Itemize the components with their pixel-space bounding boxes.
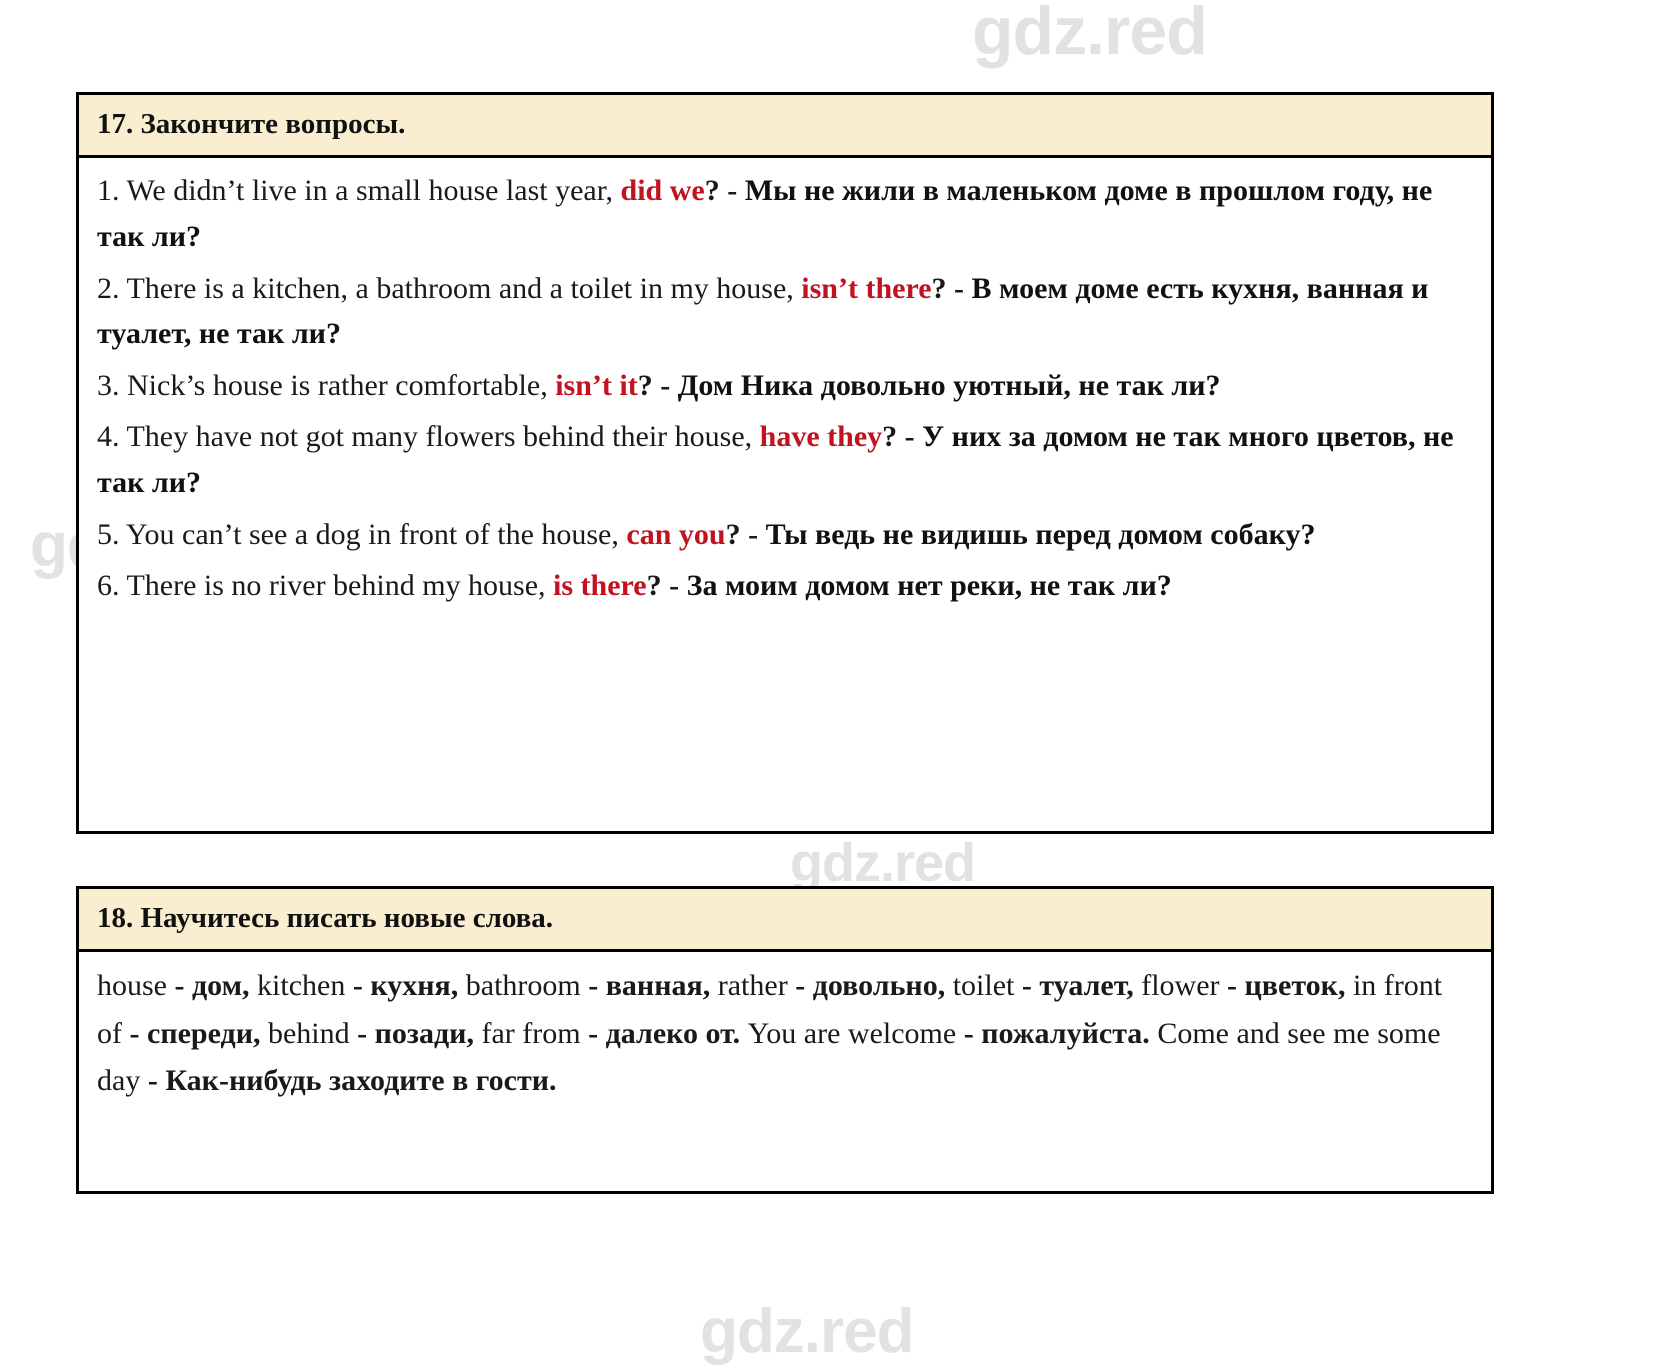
vocab-term-ru: пожалуйста. <box>981 1016 1150 1050</box>
exercise-block-18: 18. Научитесь писать новые слова. house … <box>76 886 1494 1194</box>
question-english: You can’t see a dog in front of the hous… <box>125 517 619 551</box>
question-item: 5. You can’t see a dog in front of the h… <box>97 512 1473 558</box>
question-tag: is there <box>553 569 647 603</box>
question-tag: isn’t there <box>801 271 932 305</box>
vocab-separator: - <box>580 1016 606 1050</box>
vocab-term-ru: кухня, <box>370 969 459 1003</box>
vocab-separator: - <box>349 1016 375 1050</box>
vocab-separator: - <box>167 969 192 1003</box>
vocab-term-en: You are welcome <box>747 1016 957 1050</box>
vocab-separator: - <box>122 1016 147 1050</box>
question-item: 1. We didn’t live in a small house last … <box>97 168 1473 259</box>
exercise-block-17: 17. Закончите вопросы. 1. We didn’t live… <box>76 92 1494 834</box>
exercise-18-body: house - дом, kitchen - кухня, bathroom -… <box>79 952 1491 1119</box>
question-index: 4. <box>97 420 120 454</box>
vocab-term-en: kitchen <box>257 969 346 1003</box>
question-tag: isn’t it <box>555 368 638 402</box>
vocab-term-ru: спереди, <box>147 1016 261 1050</box>
question-item: 4. They have not got many flowers behind… <box>97 414 1473 505</box>
vocab-term-en: house <box>97 969 167 1003</box>
vocab-separator: - <box>1219 969 1245 1003</box>
vocab-term-ru: Как-нибудь заходите в гости. <box>165 1064 557 1098</box>
question-separator: ? - <box>637 368 678 402</box>
vocab-term-en: bathroom <box>465 969 581 1003</box>
vocabulary-list: house - дом, kitchen - кухня, bathroom -… <box>97 962 1473 1104</box>
question-separator: ? - <box>931 271 972 305</box>
question-english: They have not got many flowers behind th… <box>126 420 753 454</box>
exercise-17-title: 17. Закончите вопросы. <box>79 95 1491 159</box>
question-tag: can you <box>626 517 726 551</box>
vocab-term-ru: ванная, <box>605 969 711 1003</box>
question-english: Nick’s house is rather comfortable, <box>127 368 548 402</box>
exercise-17-body: 1. We didn’t live in a small house last … <box>79 158 1491 623</box>
exercise-18-title: 18. Научитесь писать новые слова. <box>79 889 1491 953</box>
question-item: 2. There is a kitchen, a bathroom and a … <box>97 266 1473 357</box>
watermark-gdz-red: gdz.red <box>700 1297 914 1366</box>
vocab-term-en: flower <box>1141 969 1220 1003</box>
question-english: There is no river behind my house, <box>126 569 546 603</box>
vocab-term-ru: позади, <box>374 1016 474 1050</box>
question-index: 1. <box>97 174 120 208</box>
question-index: 2. <box>97 271 120 305</box>
vocab-separator: - <box>345 969 371 1003</box>
vocab-term-en: behind <box>267 1016 350 1050</box>
question-item: 6. There is no river behind my house, is… <box>97 563 1473 609</box>
question-separator: ? - <box>725 517 766 551</box>
vocab-term-ru: дом, <box>192 969 250 1003</box>
vocab-separator: - <box>787 969 813 1003</box>
question-separator: ? - <box>646 569 687 603</box>
question-separator: ? - <box>882 420 923 454</box>
question-tag: did we <box>620 174 705 208</box>
question-english: There is a kitchen, a bathroom and a toi… <box>126 271 794 305</box>
question-separator: ? - <box>704 174 745 208</box>
question-index: 5. <box>97 517 120 551</box>
vocab-term-ru: туалет, <box>1039 969 1134 1003</box>
question-russian: Дом Ника довольно уютный, не так ли? <box>677 368 1221 402</box>
question-english: We didn’t live in a small house last yea… <box>126 174 614 208</box>
vocab-separator: - <box>580 969 606 1003</box>
question-tag: have they <box>759 420 883 454</box>
vocab-separator: - <box>1014 969 1040 1003</box>
vocab-term-ru: цветок, <box>1244 969 1346 1003</box>
question-index: 3. <box>97 368 120 402</box>
vocab-term-ru: далеко от. <box>605 1016 741 1050</box>
vocab-separator: - <box>140 1064 166 1098</box>
vocab-term-ru: довольно, <box>812 969 946 1003</box>
vocab-term-en: far from <box>481 1016 581 1050</box>
question-russian: За моим домом нет реки, не так ли? <box>686 569 1172 603</box>
watermark-gdz-red: gdz.red <box>972 0 1208 69</box>
watermark-gdz-red: gdz.red <box>790 833 976 893</box>
question-russian: Ты ведь не видишь перед домом собаку? <box>765 517 1316 551</box>
vocab-term-en: rather <box>717 969 788 1003</box>
vocab-separator: - <box>956 1016 982 1050</box>
question-item: 3. Nick’s house is rather comfortable, i… <box>97 363 1473 409</box>
vocab-term-en: toilet <box>952 969 1015 1003</box>
question-index: 6. <box>97 569 120 603</box>
